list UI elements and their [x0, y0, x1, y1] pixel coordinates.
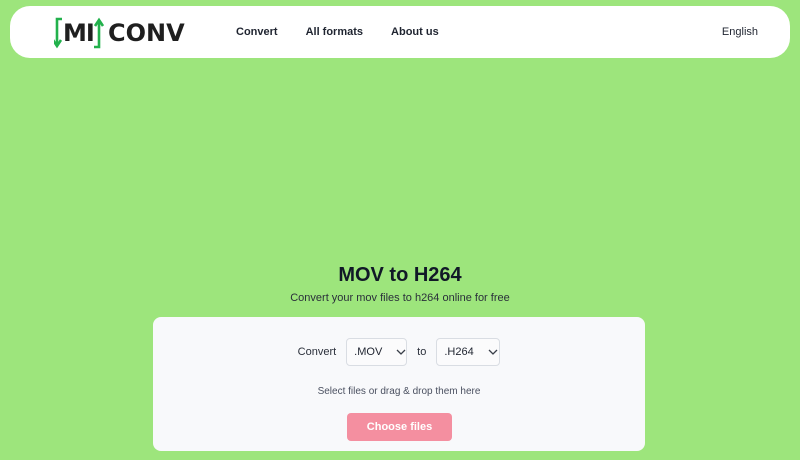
to-label: to [417, 346, 427, 358]
nav-about-us[interactable]: About us [391, 26, 439, 38]
language-selector[interactable]: English [722, 6, 758, 58]
to-format-select[interactable]: .H264 [436, 338, 501, 366]
page-title: MOV to H264 [338, 264, 462, 286]
converter-card: Convert .MOV to .H264 Select files or dr… [153, 317, 645, 451]
logo-text-conv: CONV [108, 19, 185, 47]
convert-label: Convert [297, 346, 337, 358]
format-row: Convert .MOV to .H264 [153, 338, 645, 366]
chevron-down-icon [396, 349, 406, 355]
logo-mark: MI [54, 16, 106, 50]
page-subtitle: Convert your mov files to h264 online fo… [290, 292, 510, 304]
site-logo[interactable]: MI CONV [54, 16, 185, 50]
choose-files-button[interactable]: Choose files [347, 413, 452, 441]
page: MI CONV Convert All formats About us Eng… [0, 0, 800, 460]
to-format-value: .H264 [444, 346, 474, 358]
nav-convert[interactable]: Convert [236, 26, 278, 38]
site-header: MI CONV Convert All formats About us Eng… [10, 6, 790, 58]
main-nav: Convert All formats About us [236, 6, 439, 58]
chevron-down-icon [488, 349, 498, 355]
logo-text-mi: MI [63, 19, 95, 47]
from-format-select[interactable]: .MOV [346, 338, 408, 366]
from-format-value: .MOV [354, 346, 383, 358]
nav-all-formats[interactable]: All formats [306, 26, 363, 38]
drop-hint: Select files or drag & drop them here [317, 386, 481, 397]
